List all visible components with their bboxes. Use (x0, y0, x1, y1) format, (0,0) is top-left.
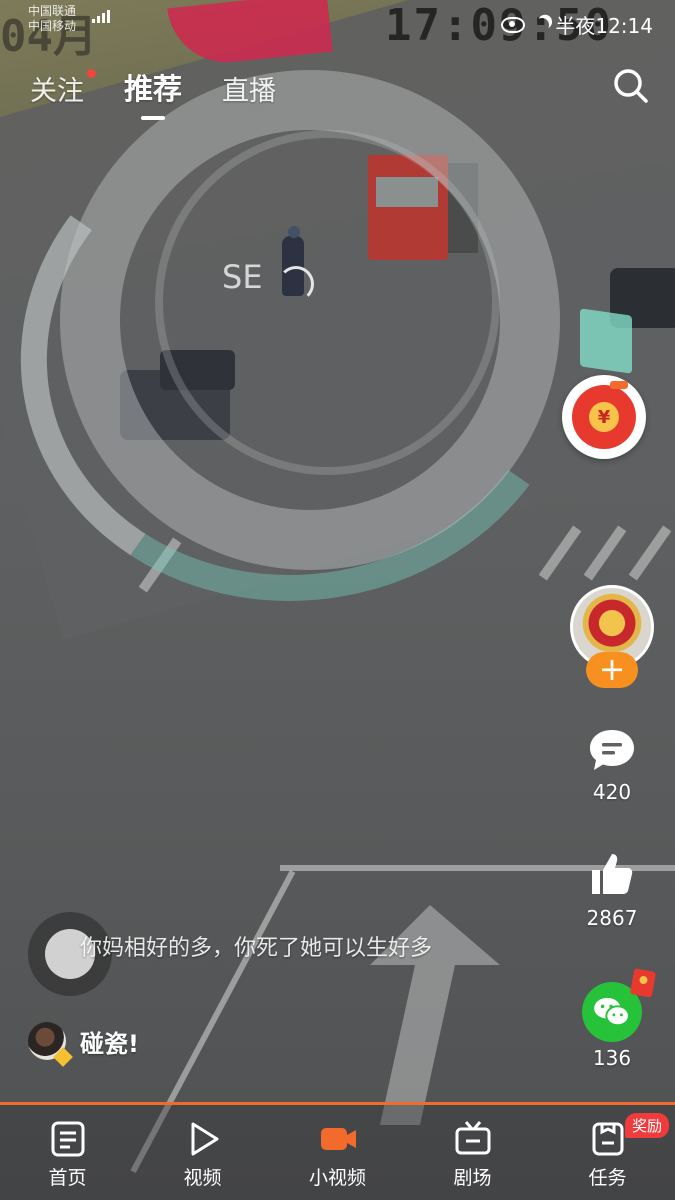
notification-dot (87, 69, 96, 78)
carrier-labels: 中国联通 中国移动 (28, 4, 76, 34)
carrier-2: 中国移动 (28, 19, 77, 33)
camera-direction-label: SE (222, 258, 263, 296)
tab-live-label: 直播 (222, 76, 277, 107)
comment-icon (590, 730, 634, 770)
tab-recommend[interactable]: 推荐 (124, 66, 183, 120)
share-count: 136 (592, 1046, 632, 1070)
video-title: 碰瓷! (80, 1029, 139, 1058)
nav-task-label: 任务 (588, 1167, 627, 1189)
nav-video-label: 视频 (183, 1167, 222, 1189)
reward-badge: 奖励 (624, 1113, 669, 1138)
comment-button[interactable]: 420 (570, 728, 654, 804)
nav-home-label: 首页 (48, 1167, 87, 1189)
red-packet-button[interactable]: ¥ (562, 375, 646, 459)
nav-theater[interactable]: 剧场 (405, 1105, 540, 1200)
nav-home[interactable]: 首页 (0, 1105, 135, 1200)
top-tabs: 关注 推荐 直播 (30, 66, 276, 120)
crosswalk-stripe (583, 525, 627, 581)
like-count: 2867 (586, 906, 638, 930)
tab-live[interactable]: 直播 (222, 69, 276, 108)
nav-task[interactable]: 任务 奖励 (540, 1105, 675, 1200)
tab-recommend-label: 推荐 (124, 72, 183, 106)
thumbs-up-icon (592, 854, 633, 894)
video-title-row[interactable]: 碰瓷! (28, 1022, 139, 1067)
share-wechat-button[interactable]: 136 (570, 968, 657, 1070)
nav-video[interactable]: 视频 (135, 1105, 270, 1200)
status-right: 半夜12:14 (501, 10, 653, 39)
eye-icon (501, 16, 526, 33)
nav-short-video-label: 小视频 (308, 1167, 366, 1189)
tab-follow[interactable]: 关注 (30, 69, 96, 108)
red-packet-icon: ¥ (572, 381, 636, 449)
teal-card-overlay (580, 308, 632, 374)
carrier-1: 中国联通 (28, 4, 77, 18)
play-icon (191, 1122, 218, 1156)
bottom-nav: 首页 视频 小视频 剧场 任务 奖励 (0, 1105, 675, 1200)
signal-icon (92, 10, 110, 23)
like-button[interactable]: 2867 (570, 850, 654, 930)
poster-avatar (28, 1022, 73, 1067)
follow-button[interactable]: + (586, 652, 638, 688)
red-envelope-icon (629, 968, 657, 998)
search-icon[interactable] (611, 66, 651, 106)
crosswalk-stripe (628, 525, 672, 581)
task-icon (592, 1122, 623, 1156)
live-comment-text: 你妈相好的多，你死了她可以生好多 (80, 936, 433, 961)
status-bar: 中国联通 中国移动 半夜12:14 (0, 0, 675, 44)
comment-count: 420 (592, 780, 632, 804)
nav-theater-label: 剧场 (453, 1167, 492, 1189)
crosswalk-stripe (538, 525, 582, 581)
clock: 半夜12:14 (555, 14, 653, 38)
camera-icon (320, 1128, 356, 1150)
tv-icon (455, 1121, 490, 1155)
nav-short-video[interactable]: 小视频 (270, 1105, 405, 1200)
wechat-icon (582, 968, 657, 1042)
home-icon (51, 1121, 84, 1157)
tab-follow-label: 关注 (30, 76, 84, 107)
loading-ring-inner (155, 130, 500, 475)
moon-icon (533, 16, 551, 34)
